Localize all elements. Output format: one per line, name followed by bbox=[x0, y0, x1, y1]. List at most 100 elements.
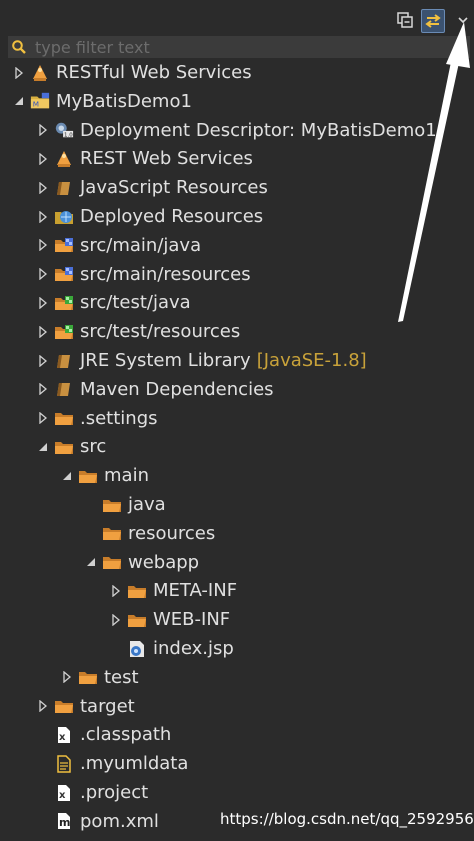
library-icon bbox=[54, 179, 74, 197]
folder-icon bbox=[127, 611, 147, 629]
tree-item-label: .myumldata bbox=[80, 753, 189, 775]
rest-services-icon bbox=[30, 64, 50, 82]
tree-item[interactable]: JavaScript Resources bbox=[36, 173, 268, 202]
svg-text:x: x bbox=[59, 790, 66, 801]
collapsed-arrow-icon[interactable] bbox=[36, 267, 50, 281]
tree-item[interactable]: .settings bbox=[36, 404, 158, 433]
tree-item[interactable]: src/test/resources bbox=[36, 317, 240, 346]
no-arrow bbox=[109, 642, 123, 656]
tree-item[interactable]: src/main/resources bbox=[36, 260, 251, 289]
folder-icon bbox=[54, 438, 74, 456]
collapsed-arrow-icon[interactable] bbox=[36, 411, 50, 425]
tree-item[interactable]: x .project bbox=[36, 778, 148, 807]
folder-icon bbox=[127, 582, 147, 600]
collapsed-arrow-icon[interactable] bbox=[36, 123, 50, 137]
tree-item-label: src/test/java bbox=[80, 292, 191, 314]
tree-item-label: Maven Dependencies bbox=[80, 378, 274, 400]
expanded-arrow-icon[interactable] bbox=[60, 469, 74, 483]
tree-item-label: webapp bbox=[128, 551, 200, 573]
xml-file-icon: x bbox=[54, 784, 74, 802]
tree-item-label: META-INF bbox=[153, 580, 238, 602]
tree-item[interactable]: webapp bbox=[84, 548, 199, 577]
tree-item-label: Deployed Resources bbox=[80, 206, 264, 227]
search-icon bbox=[12, 40, 26, 54]
tree-item[interactable]: java bbox=[84, 490, 166, 519]
deployed-resources-icon bbox=[54, 208, 74, 226]
folder-icon bbox=[78, 467, 98, 485]
collapsed-arrow-icon[interactable] bbox=[36, 296, 50, 310]
tree-item[interactable]: RESTful Web Services bbox=[12, 58, 252, 87]
tree-item[interactable]: .myumldata bbox=[36, 749, 188, 778]
expanded-arrow-icon[interactable] bbox=[36, 440, 50, 454]
watermark: https://blog.csdn.net/qq_25929565 bbox=[220, 810, 474, 828]
collapsed-arrow-icon[interactable] bbox=[36, 152, 50, 166]
collapsed-arrow-icon[interactable] bbox=[109, 584, 123, 598]
view-toolbar bbox=[0, 0, 474, 34]
expanded-arrow-icon[interactable] bbox=[84, 555, 98, 569]
tree-item[interactable]: JRE System Library [JavaSE-1.8] bbox=[36, 346, 367, 375]
tree-item[interactable]: M MyBatisDemo1 bbox=[12, 87, 192, 116]
project-icon: M bbox=[30, 92, 50, 110]
tree-item[interactable]: Maven Dependencies bbox=[36, 375, 274, 404]
tree-item[interactable]: target bbox=[36, 692, 135, 721]
collapse-all-button[interactable] bbox=[394, 9, 416, 31]
tree-item[interactable]: REST Web Services bbox=[36, 144, 253, 173]
tree-item-label: java bbox=[128, 494, 166, 515]
expanded-arrow-icon[interactable] bbox=[12, 94, 26, 108]
tree-item[interactable]: WEB-INF bbox=[109, 605, 230, 634]
tree-item[interactable]: test bbox=[60, 663, 139, 692]
maven-file-icon: m bbox=[54, 812, 74, 830]
view-menu-button[interactable] bbox=[452, 9, 474, 31]
tree-item-label: .settings bbox=[80, 407, 158, 429]
svg-text:x: x bbox=[59, 732, 66, 743]
tree-item[interactable]: Deployed Resources bbox=[36, 202, 263, 231]
tree-item-label: JRE System Library bbox=[80, 350, 251, 371]
tree-item-label: index.jsp bbox=[153, 638, 234, 659]
tree-item-label: main bbox=[104, 465, 149, 487]
jsp-file-icon bbox=[127, 640, 147, 658]
test-source-folder-icon bbox=[54, 323, 74, 341]
tree-item[interactable]: resources bbox=[84, 519, 215, 548]
text-file-icon bbox=[54, 754, 74, 773]
collapsed-arrow-icon[interactable] bbox=[36, 238, 50, 252]
collapsed-arrow-icon[interactable] bbox=[36, 354, 50, 368]
tree-item[interactable]: index.jsp bbox=[109, 634, 234, 663]
tree-item-label: resources bbox=[128, 522, 216, 544]
tree-item[interactable]: src/test/java bbox=[36, 288, 191, 317]
folder-icon bbox=[102, 524, 122, 542]
tree-item-label: WEB-INF bbox=[153, 609, 231, 631]
svg-text:m: m bbox=[59, 816, 70, 829]
collapsed-arrow-icon[interactable] bbox=[12, 66, 26, 80]
tree-item[interactable]: m pom.xml bbox=[36, 807, 159, 836]
collapsed-arrow-icon[interactable] bbox=[60, 670, 74, 684]
collapsed-arrow-icon[interactable] bbox=[36, 210, 50, 224]
no-arrow bbox=[36, 814, 50, 828]
collapsed-arrow-icon[interactable] bbox=[36, 325, 50, 339]
tree-item-label: src/main/java bbox=[80, 234, 202, 256]
library-icon bbox=[54, 380, 74, 398]
collapsed-arrow-icon[interactable] bbox=[36, 382, 50, 396]
collapsed-arrow-icon[interactable] bbox=[109, 613, 123, 627]
library-icon bbox=[54, 352, 74, 370]
tree-item-label: src/test/resources bbox=[80, 321, 241, 343]
source-folder-icon bbox=[54, 236, 74, 254]
folder-icon bbox=[102, 496, 122, 514]
folder-icon bbox=[78, 668, 98, 686]
filter-input[interactable]: type filter text bbox=[8, 36, 470, 58]
tree-item[interactable]: x .classpath bbox=[36, 720, 171, 749]
tree-item[interactable]: 1.0 Deployment Descriptor: MyBatisDemo1 bbox=[36, 116, 437, 145]
xml-file-icon: x bbox=[54, 726, 74, 744]
tree-item-label: test bbox=[104, 666, 139, 688]
collapsed-arrow-icon[interactable] bbox=[36, 181, 50, 195]
tree-item[interactable]: META-INF bbox=[109, 576, 237, 605]
tree-item[interactable]: src/main/java bbox=[36, 231, 201, 260]
link-with-editor-button[interactable] bbox=[421, 9, 445, 33]
tree-item-label: Deployment Descriptor: MyBatisDemo1 bbox=[80, 119, 437, 141]
tree-item-label: REST Web Services bbox=[80, 148, 253, 170]
svg-text:M: M bbox=[33, 100, 39, 109]
tree-item[interactable]: main bbox=[60, 461, 149, 490]
tree-item[interactable]: src bbox=[36, 432, 106, 461]
rest-services-icon bbox=[54, 150, 74, 168]
no-arrow bbox=[84, 498, 98, 512]
collapsed-arrow-icon[interactable] bbox=[36, 699, 50, 713]
